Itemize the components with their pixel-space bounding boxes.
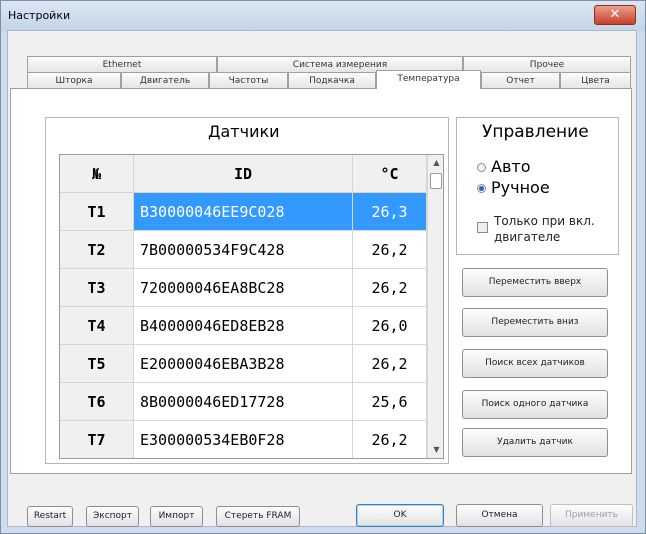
row-number[interactable]: T2: [60, 231, 134, 269]
grid-vertical-scrollbar[interactable]: ▲ ▼: [427, 155, 443, 458]
row-id[interactable]: E20000046EBA3B28: [134, 345, 353, 383]
tab-temperature[interactable]: Температура: [376, 70, 481, 89]
sensors-title: Датчики: [208, 122, 280, 141]
cancel-button[interactable]: Отмена: [456, 504, 543, 527]
move-down-button[interactable]: Переместить вниз: [462, 308, 608, 337]
row-number[interactable]: T6: [60, 383, 134, 421]
table-row[interactable]: T1 B30000046EE9C028 26,3: [60, 193, 427, 231]
scroll-down-arrow-icon[interactable]: ▼: [428, 442, 443, 458]
auto-radio-label[interactable]: Авто: [491, 157, 530, 176]
only-with-motor-label-line2[interactable]: двигателе: [494, 230, 560, 245]
close-button[interactable]: ✕: [594, 5, 636, 25]
table-row[interactable]: T6 8B0000046ED17728 25,6: [60, 383, 427, 421]
restart-button[interactable]: Restart: [27, 506, 73, 527]
grid-header-row: № ID °C: [60, 155, 427, 193]
row-number[interactable]: T1: [60, 193, 134, 231]
move-up-button[interactable]: Переместить вверх: [462, 268, 608, 297]
control-title: Управление: [482, 122, 589, 142]
only-with-motor-checkbox[interactable]: [477, 222, 488, 233]
row-id[interactable]: 720000046EA8BC28: [134, 269, 353, 307]
row-number[interactable]: T5: [60, 345, 134, 383]
table-row[interactable]: T8: [60, 453, 427, 458]
col-header-number[interactable]: №: [60, 155, 134, 193]
table-row[interactable]: T5 E20000046EBA3B28 26,2: [60, 345, 427, 383]
row-temp[interactable]: 26,2: [353, 269, 427, 307]
row-temp[interactable]: 26,0: [353, 307, 427, 345]
table-row[interactable]: T2 7B00000534F9C428 26,2: [60, 231, 427, 269]
row-id[interactable]: 7B00000534F9C428: [134, 231, 353, 269]
auto-radio[interactable]: [477, 163, 486, 172]
only-with-motor-label-line1[interactable]: Только при вкл.: [494, 214, 595, 229]
table-row[interactable]: T4 B40000046ED8EB28 26,0: [60, 307, 427, 345]
row-id[interactable]: 8B0000046ED17728: [134, 383, 353, 421]
row-number[interactable]: T4: [60, 307, 134, 345]
window-title: Настройки: [8, 9, 71, 22]
row-temp[interactable]: 25,6: [353, 383, 427, 421]
import-button[interactable]: Импорт: [150, 506, 203, 527]
erase-fram-button[interactable]: Стереть FRAM: [216, 506, 300, 527]
row-temp[interactable]: 26,3: [353, 193, 427, 231]
col-header-id[interactable]: ID: [134, 155, 353, 193]
scroll-thumb[interactable]: [430, 173, 442, 189]
export-button[interactable]: Экспорт: [86, 506, 139, 527]
row-id[interactable]: [134, 453, 353, 458]
ok-button[interactable]: OK: [356, 504, 444, 527]
apply-button[interactable]: Применить: [550, 504, 633, 527]
row-number[interactable]: T8: [60, 453, 134, 458]
manual-radio[interactable]: [477, 184, 486, 193]
row-temp[interactable]: 26,2: [353, 345, 427, 383]
row-temp[interactable]: [353, 453, 427, 458]
manual-radio-label[interactable]: Ручное: [491, 178, 550, 197]
row-id[interactable]: B30000046EE9C028: [134, 193, 353, 231]
title-bar: Настройки ✕: [1, 1, 645, 31]
delete-sensor-button[interactable]: Удалить датчик: [462, 428, 608, 457]
row-id[interactable]: B40000046ED8EB28: [134, 307, 353, 345]
sensors-grid[interactable]: № ID °C T1 B30000046EE9C028 26,3 T2 7B00…: [59, 154, 444, 459]
find-one-sensor-button[interactable]: Поиск одного датчика: [462, 390, 608, 419]
row-number[interactable]: T3: [60, 269, 134, 307]
scroll-up-arrow-icon[interactable]: ▲: [428, 155, 443, 171]
row-temp[interactable]: 26,2: [353, 231, 427, 269]
table-row[interactable]: T3 720000046EA8BC28 26,2: [60, 269, 427, 307]
find-all-sensors-button[interactable]: Поиск всех датчиков: [462, 349, 608, 378]
col-header-temp[interactable]: °C: [353, 155, 427, 193]
